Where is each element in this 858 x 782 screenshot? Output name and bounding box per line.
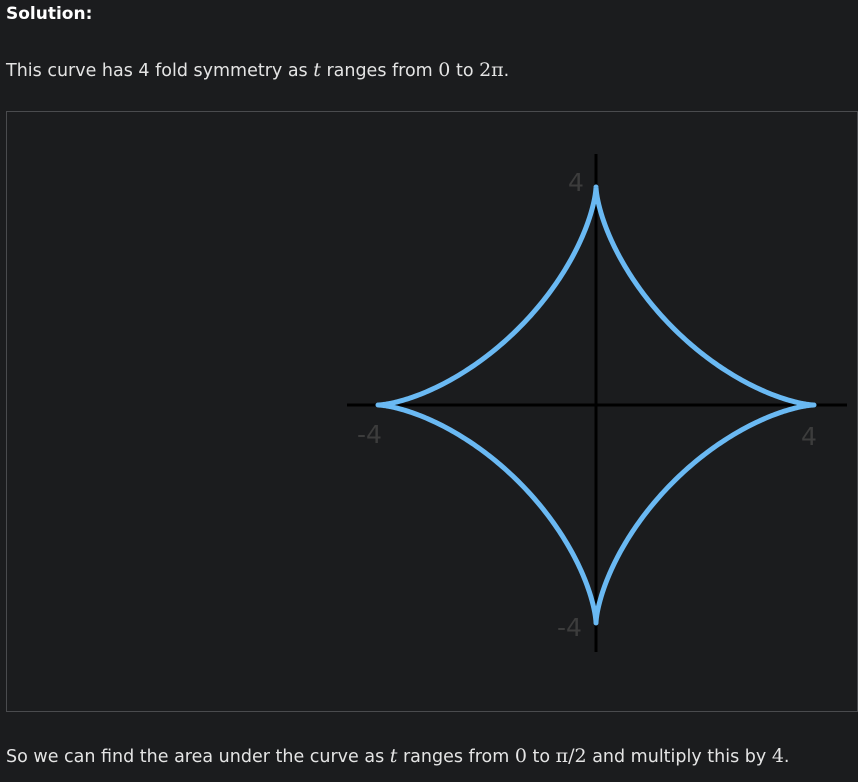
para1-two-pi: 2π [479,59,504,81]
astroid-plot: -4 4 4 -4 [347,154,847,652]
area-paragraph: So we can find the area under the curve … [6,744,789,769]
para2-text-e: . [783,747,790,767]
para2-pi-over-2: π/2 [555,745,587,767]
y-tick-label-top: 4 [568,168,584,197]
para2-text-d: and multiply this by [586,747,772,767]
para2-four: 4 [771,745,784,767]
para1-text-d: . [503,61,510,81]
symmetry-paragraph: This curve has 4 fold symmetry as t rang… [6,58,509,83]
para2-text-c: to [526,747,556,767]
para1-var-t: t [313,59,321,81]
y-tick-label-bottom: -4 [557,613,582,642]
para2-zero: 0 [514,745,527,767]
para1-zero: 0 [438,59,451,81]
x-tick-label-right: 4 [801,422,817,451]
para1-text-b: ranges from [320,61,439,81]
para2-text-b: ranges from [397,747,515,767]
para1-text-a: This curve has 4 fold symmetry as [6,61,314,81]
para2-text-a: So we can find the area under the curve … [6,747,390,767]
para1-text-c: to [450,61,480,81]
x-tick-label-left: -4 [357,420,382,449]
astroid-figure: -4 4 4 -4 [6,111,858,712]
solution-heading: Solution: [6,4,93,24]
